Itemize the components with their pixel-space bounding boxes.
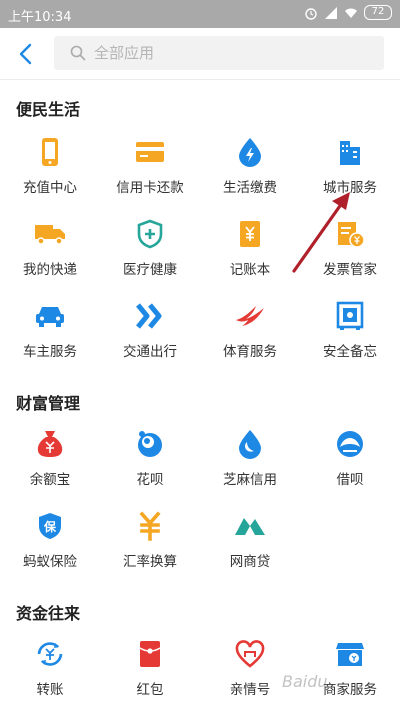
back-button[interactable] [10, 38, 42, 70]
money-bag-icon [34, 428, 66, 460]
city-building-icon [334, 136, 366, 168]
grid-wealth: 余额宝 花呗 芝麻信用 借呗 保 蚂蚁保险 汇率换算 网商贷 [0, 420, 400, 584]
exchange-rate-icon [134, 510, 166, 542]
app-utility-payment[interactable]: 生活缴费 [200, 128, 300, 210]
app-label: 汇率换算 [123, 554, 177, 570]
section-title-convenience: 便民生活 [16, 100, 81, 119]
app-label: 借呗 [336, 472, 364, 488]
sesame-drop-icon [234, 428, 266, 460]
chevron-left-icon [19, 43, 32, 65]
app-label: 车主服务 [23, 344, 77, 360]
app-label: 信用卡还款 [116, 180, 184, 196]
car-icon [34, 300, 66, 332]
medical-shield-icon [134, 218, 166, 250]
app-city-services[interactable]: 城市服务 [300, 128, 400, 210]
red-envelope-icon [134, 638, 166, 670]
app-credit-card-repayment[interactable]: 信用卡还款 [100, 128, 200, 210]
app-transportation[interactable]: 交通出行 [100, 292, 200, 374]
app-jiebei[interactable]: 借呗 [300, 420, 400, 502]
search-box[interactable] [54, 36, 384, 70]
app-family-number[interactable]: 亲情号 [200, 630, 300, 711]
sports-swoosh-icon [234, 300, 266, 332]
app-transfer[interactable]: 转账 [0, 630, 100, 711]
huabei-icon [134, 428, 166, 460]
invoice-icon [334, 218, 366, 250]
app-label: 商家服务 [323, 682, 377, 698]
grid-convenience: 充值中心 信用卡还款 生活缴费 城市服务 我的快递 医疗健康 记账本 发票管家 … [0, 128, 400, 374]
app-sesame-credit[interactable]: 芝麻信用 [200, 420, 300, 502]
mybank-mountain-icon [234, 510, 266, 542]
app-label: 记账本 [229, 262, 271, 278]
safe-box-icon [334, 300, 366, 332]
credit-card-icon [134, 136, 166, 168]
app-invoice-manager[interactable]: 发票管家 [300, 210, 400, 292]
app-label: 余额宝 [29, 472, 71, 488]
app-medical-health[interactable]: 医疗健康 [100, 210, 200, 292]
app-huabei[interactable]: 花呗 [100, 420, 200, 502]
app-label: 城市服务 [323, 180, 377, 196]
truck-icon [34, 218, 66, 250]
app-merchant-services[interactable]: 商家服务 [300, 630, 400, 711]
app-mybank-loan[interactable]: 网商贷 [200, 502, 300, 584]
merchant-store-icon [334, 638, 366, 670]
header [0, 28, 400, 80]
app-security-memo[interactable]: 安全备忘 [300, 292, 400, 374]
signal-icon [325, 6, 337, 19]
app-label: 红包 [136, 682, 164, 698]
ledger-icon [234, 218, 266, 250]
app-exchange-rate[interactable]: 汇率换算 [100, 502, 200, 584]
app-label: 发票管家 [323, 262, 377, 278]
app-label: 芝麻信用 [223, 472, 277, 488]
app-red-envelope[interactable]: 红包 [100, 630, 200, 711]
app-label: 体育服务 [223, 344, 277, 360]
app-label: 充值中心 [23, 180, 77, 196]
app-label: 蚂蚁保险 [23, 554, 77, 570]
app-ant-insurance[interactable]: 保 蚂蚁保险 [0, 502, 100, 584]
wifi-icon [345, 8, 357, 18]
app-label: 亲情号 [229, 682, 271, 698]
status-time: 上午10:34 [8, 10, 72, 25]
app-my-express[interactable]: 我的快递 [0, 210, 100, 292]
insurance-shield-icon: 保 [34, 510, 66, 542]
app-label: 医疗健康 [123, 262, 177, 278]
transfer-icon [34, 638, 66, 670]
alarm-icon [305, 7, 317, 20]
app-recharge-center[interactable]: 充值中心 [0, 128, 100, 210]
app-label: 安全备忘 [323, 344, 377, 360]
app-label: 我的快递 [23, 262, 77, 278]
app-label: 花呗 [136, 472, 164, 488]
family-heart-icon [234, 638, 266, 670]
battery-indicator: 72 [364, 5, 392, 20]
grid-funds: 转账 红包 亲情号 商家服务 [0, 630, 400, 711]
phone-icon [34, 136, 66, 168]
app-car-owner-services[interactable]: 车主服务 [0, 292, 100, 374]
svg-text:保: 保 [43, 519, 57, 534]
app-account-book[interactable]: 记账本 [200, 210, 300, 292]
jiebei-shell-icon [334, 428, 366, 460]
app-label: 转账 [36, 682, 64, 698]
app-sports-services[interactable]: 体育服务 [200, 292, 300, 374]
app-yuebao[interactable]: 余额宝 [0, 420, 100, 502]
section-title-wealth: 财富管理 [16, 394, 81, 413]
transport-arrows-icon [134, 300, 166, 332]
search-icon [70, 45, 86, 61]
app-label: 网商贷 [229, 554, 271, 570]
water-drop-icon [234, 136, 266, 168]
app-label: 交通出行 [123, 344, 177, 360]
app-label: 生活缴费 [223, 180, 277, 196]
search-input[interactable] [94, 44, 364, 62]
status-bar: 上午10:34 72 [0, 0, 400, 28]
section-title-funds: 资金往来 [16, 604, 81, 623]
